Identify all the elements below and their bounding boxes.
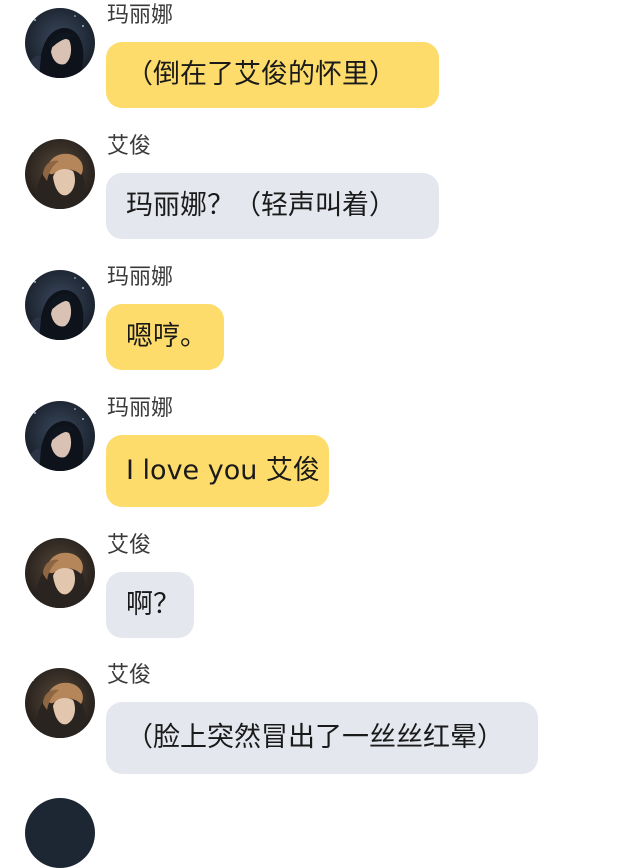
marina-avatar[interactable] [25,270,95,340]
avatar-image [25,668,95,738]
sender-name: 艾俊 [107,533,152,558]
marina-avatar[interactable] [25,8,95,78]
sender-name: 艾俊 [107,663,152,688]
aijun-avatar[interactable] [25,538,95,608]
aijun-avatar[interactable] [25,668,95,738]
avatar-image [25,401,95,471]
sender-name: 艾俊 [107,134,152,159]
avatar-image [25,270,95,340]
avatar-image [25,139,95,209]
sender-name: 玛丽娜 [107,3,174,28]
message-bubble[interactable]: I love you 艾俊 [106,435,329,507]
sender-name: 玛丽娜 [107,396,174,421]
aijun-avatar[interactable] [25,139,95,209]
message-bubble[interactable]: 啊？ [106,572,194,638]
message-bubble[interactable]: 玛丽娜？（轻声叫着） [106,173,439,239]
avatar-image [25,8,95,78]
chat-history[interactable]: 玛丽娜 （倒在了艾俊的怀里） 艾俊 玛丽娜？（轻声叫着） 玛丽娜 嗯哼。 玛丽娜… [0,0,640,868]
next-message-avatar[interactable] [25,798,95,868]
marina-avatar[interactable] [25,401,95,471]
avatar-image [25,538,95,608]
message-bubble[interactable]: （脸上突然冒出了一丝丝红晕） [106,702,538,774]
message-bubble[interactable]: （倒在了艾俊的怀里） [106,42,439,108]
message-bubble[interactable]: 嗯哼。 [106,304,224,370]
sender-name: 玛丽娜 [107,265,174,290]
